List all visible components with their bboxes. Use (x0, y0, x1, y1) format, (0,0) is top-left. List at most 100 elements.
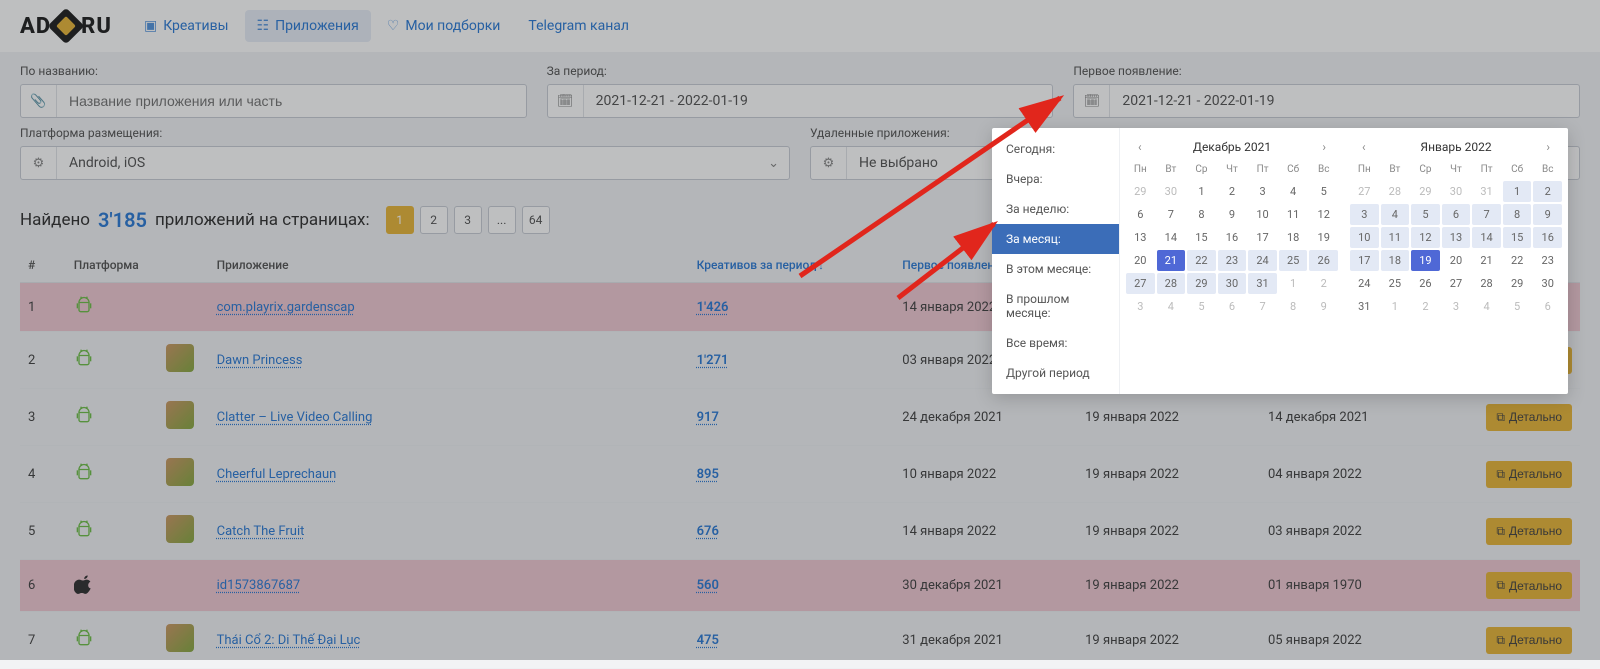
cal-day[interactable]: 6 (1442, 204, 1471, 225)
cal-day[interactable]: 4 (1472, 296, 1501, 317)
cal-day[interactable]: 2 (1533, 181, 1562, 202)
cal-day[interactable]: 29 (1126, 181, 1155, 202)
cal-day[interactable]: 2 (1218, 181, 1247, 202)
app-link[interactable]: Cheerful Leprechaun (217, 467, 337, 482)
cal-day[interactable]: 8 (1503, 204, 1532, 225)
creatives-link[interactable]: 1'426 (697, 300, 729, 315)
cal-day[interactable]: 15 (1187, 227, 1216, 248)
cal-day[interactable]: 29 (1503, 273, 1532, 294)
cal-day[interactable]: 9 (1533, 204, 1562, 225)
cal-day[interactable]: 1 (1279, 273, 1308, 294)
filter-platform-select[interactable]: ⚙ Android, iOS ⌄ (20, 146, 790, 180)
cal-day[interactable]: 7 (1157, 204, 1186, 225)
filter-period-input[interactable]: 🗓 2021-12-21 - 2022-01-19 (547, 84, 1054, 118)
cal-day[interactable]: 4 (1381, 204, 1410, 225)
cal-day[interactable]: 27 (1350, 181, 1379, 202)
filter-name-input-wrap[interactable]: 📎 (20, 84, 527, 118)
date-preset[interactable]: В прошлом месяце: (992, 284, 1119, 328)
cal-day[interactable]: 8 (1279, 296, 1308, 317)
cal-day[interactable]: 18 (1279, 227, 1308, 248)
app-link[interactable]: Clatter – Live Video Calling (217, 410, 373, 425)
date-preset[interactable]: За месяц: (992, 224, 1119, 254)
col-creatives[interactable]: Креативов за период↓ (689, 248, 895, 283)
cal-day[interactable]: 31 (1472, 181, 1501, 202)
creatives-link[interactable]: 1'271 (697, 353, 729, 368)
cal-day[interactable]: 4 (1279, 181, 1308, 202)
cal-day[interactable]: 5 (1503, 296, 1532, 317)
cal-day[interactable]: 6 (1218, 296, 1247, 317)
date-preset[interactable]: Вчера: (992, 164, 1119, 194)
page-button[interactable]: ... (488, 206, 516, 234)
cal-day[interactable]: 1 (1503, 181, 1532, 202)
cal-day[interactable]: 26 (1411, 273, 1440, 294)
cal-day[interactable]: 20 (1442, 250, 1471, 271)
cal-day[interactable]: 20 (1126, 250, 1155, 271)
cal-day[interactable]: 27 (1126, 273, 1155, 294)
app-link[interactable]: Thái Cổ 2: Di Thế Đại Lục (217, 633, 361, 648)
cal-day[interactable]: 23 (1533, 250, 1562, 271)
cal-day[interactable]: 22 (1187, 250, 1216, 271)
nav-apps[interactable]: ☷Приложения (245, 10, 371, 42)
creatives-link[interactable]: 895 (697, 467, 719, 482)
cal-day[interactable]: 4 (1157, 296, 1186, 317)
cal-day[interactable]: 21 (1472, 250, 1501, 271)
cal-next-icon[interactable]: › (1316, 138, 1332, 156)
detail-button[interactable]: ⧉Детально (1486, 461, 1572, 488)
cal-day[interactable]: 9 (1218, 204, 1247, 225)
cal-day[interactable]: 3 (1350, 204, 1379, 225)
cal-day[interactable]: 7 (1472, 204, 1501, 225)
cal-day[interactable]: 2 (1309, 273, 1338, 294)
nav-creatives[interactable]: ▣Креативы (132, 10, 241, 42)
cal-day[interactable]: 2 (1411, 296, 1440, 317)
cal-day[interactable]: 28 (1472, 273, 1501, 294)
date-preset[interactable]: За неделю: (992, 194, 1119, 224)
cal-day[interactable]: 15 (1503, 227, 1532, 248)
cal-day[interactable]: 3 (1442, 296, 1471, 317)
page-button[interactable]: 64 (522, 206, 550, 234)
detail-button[interactable]: ⧉Детально (1486, 404, 1572, 431)
cal-day[interactable]: 22 (1503, 250, 1532, 271)
app-link[interactable]: Dawn Princess (217, 353, 303, 368)
cal-day[interactable]: 3 (1248, 181, 1277, 202)
cal-day[interactable]: 24 (1248, 250, 1277, 271)
cal-prev-icon[interactable]: ‹ (1132, 138, 1148, 156)
cal-prev-icon[interactable]: ‹ (1356, 138, 1372, 156)
cal-day[interactable]: 1 (1381, 296, 1410, 317)
page-button[interactable]: 1 (386, 206, 414, 234)
cal-day[interactable]: 13 (1126, 227, 1155, 248)
creatives-link[interactable]: 917 (697, 410, 719, 425)
cal-day[interactable]: 27 (1442, 273, 1471, 294)
cal-day[interactable]: 28 (1381, 181, 1410, 202)
cal-day[interactable]: 25 (1381, 273, 1410, 294)
cal-day[interactable]: 16 (1218, 227, 1247, 248)
cal-day[interactable]: 14 (1157, 227, 1186, 248)
detail-button[interactable]: ⧉Детально (1486, 572, 1572, 599)
cal-day[interactable]: 29 (1411, 181, 1440, 202)
cal-next-icon[interactable]: › (1540, 138, 1556, 156)
cal-day[interactable]: 30 (1218, 273, 1247, 294)
cal-day[interactable]: 24 (1350, 273, 1379, 294)
cal-day[interactable]: 16 (1533, 227, 1562, 248)
cal-day[interactable]: 8 (1187, 204, 1216, 225)
date-preset[interactable]: Все время: (992, 328, 1119, 358)
nav-telegram[interactable]: Telegram канал (516, 10, 641, 42)
cal-day[interactable]: 3 (1126, 296, 1155, 317)
cal-day[interactable]: 23 (1218, 250, 1247, 271)
app-link[interactable]: id1573867687 (217, 578, 301, 593)
detail-button[interactable]: ⧉Детально (1486, 518, 1572, 545)
page-button[interactable]: 2 (420, 206, 448, 234)
creatives-link[interactable]: 560 (697, 578, 719, 593)
cal-day[interactable]: 26 (1309, 250, 1338, 271)
cal-day[interactable]: 10 (1248, 204, 1277, 225)
cal-day[interactable]: 21 (1157, 250, 1186, 271)
app-link[interactable]: com.playrix.gardenscap (217, 300, 355, 315)
cal-day[interactable]: 31 (1350, 296, 1379, 317)
cal-day[interactable]: 14 (1472, 227, 1501, 248)
cal-day[interactable]: 5 (1411, 204, 1440, 225)
cal-day[interactable]: 7 (1248, 296, 1277, 317)
filter-name-input[interactable] (57, 93, 526, 109)
cal-day[interactable]: 5 (1309, 181, 1338, 202)
cal-day[interactable]: 11 (1279, 204, 1308, 225)
cal-day[interactable]: 1 (1187, 181, 1216, 202)
page-button[interactable]: 3 (454, 206, 482, 234)
